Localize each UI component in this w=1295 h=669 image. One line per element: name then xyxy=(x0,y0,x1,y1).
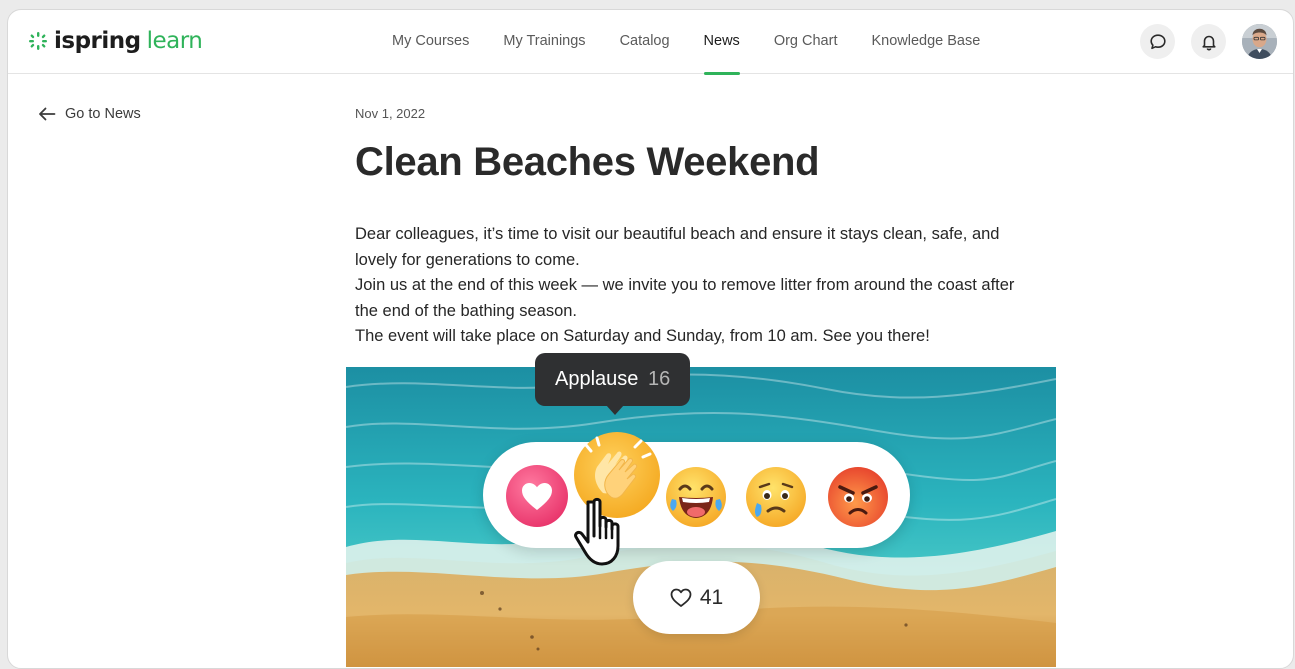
chat-button[interactable] xyxy=(1140,24,1175,59)
user-avatar[interactable] xyxy=(1242,24,1277,59)
chat-icon xyxy=(1149,33,1166,49)
go-to-news-link[interactable]: Go to News xyxy=(38,106,141,122)
applause-icon xyxy=(574,432,660,518)
user-photo xyxy=(1242,24,1277,59)
article-date: Nov 1, 2022 xyxy=(355,106,426,121)
article-line: Join us at the end of this week — we inv… xyxy=(355,276,1015,294)
logo-sparkle-icon xyxy=(29,32,47,50)
reaction-laugh[interactable] xyxy=(664,465,728,529)
tooltip-count: 16 xyxy=(647,368,671,390)
article-line: lovely for generations to come. xyxy=(355,250,580,269)
nav-item-catalog[interactable]: Catalog xyxy=(620,10,670,74)
reaction-applause[interactable] xyxy=(573,431,661,519)
main-nav: My Courses My Trainings Catalog News Org… xyxy=(392,10,1014,75)
header-actions xyxy=(1140,24,1277,59)
likes-count-button[interactable]: 41 xyxy=(633,561,760,634)
article-line: Dear colleagues, it’s time to visit our … xyxy=(355,225,1000,243)
logo-text: ispring learn xyxy=(54,28,203,54)
article-line: the end of the bathing season. xyxy=(355,301,578,320)
nav-item-knowledge-base[interactable]: Knowledge Base xyxy=(871,10,980,74)
article-body: Dear colleagues, it’s time to visit our … xyxy=(355,222,1075,350)
heart-icon xyxy=(506,465,568,527)
reaction-tooltip: Applause 16 xyxy=(535,353,691,406)
logo-word-learn: learn xyxy=(146,28,203,54)
sad-emoji-icon xyxy=(746,467,806,527)
bell-icon xyxy=(1201,35,1216,50)
nav-item-org-chart[interactable]: Org Chart xyxy=(774,10,838,74)
article-title: Clean Beaches Weekend xyxy=(355,140,820,184)
reaction-sad[interactable] xyxy=(744,465,808,529)
nav-item-news[interactable]: News xyxy=(703,10,741,75)
ispring-learn-logo[interactable]: ispring learn xyxy=(28,24,203,58)
nav-item-my-courses[interactable]: My Courses xyxy=(392,10,469,74)
go-to-news-label: Go to News xyxy=(65,106,141,122)
angry-emoji-icon xyxy=(828,467,888,527)
reaction-angry[interactable] xyxy=(826,465,890,529)
likes-count: 41 xyxy=(699,585,724,609)
notifications-button[interactable] xyxy=(1191,24,1226,59)
reaction-heart[interactable] xyxy=(505,464,569,528)
laughing-emoji-icon xyxy=(666,467,726,527)
top-navigation-bar: ispring learn My Courses My Trainings Ca… xyxy=(8,10,1293,75)
tooltip-arrow xyxy=(606,405,624,415)
tooltip-label: Applause xyxy=(555,368,639,390)
article-line: The event will take place on Saturday an… xyxy=(355,327,930,345)
heart-outline-icon xyxy=(670,588,692,607)
nav-item-my-trainings[interactable]: My Trainings xyxy=(503,10,585,74)
arrow-left-icon xyxy=(39,107,56,121)
logo-word-ispring: ispring xyxy=(54,28,141,54)
